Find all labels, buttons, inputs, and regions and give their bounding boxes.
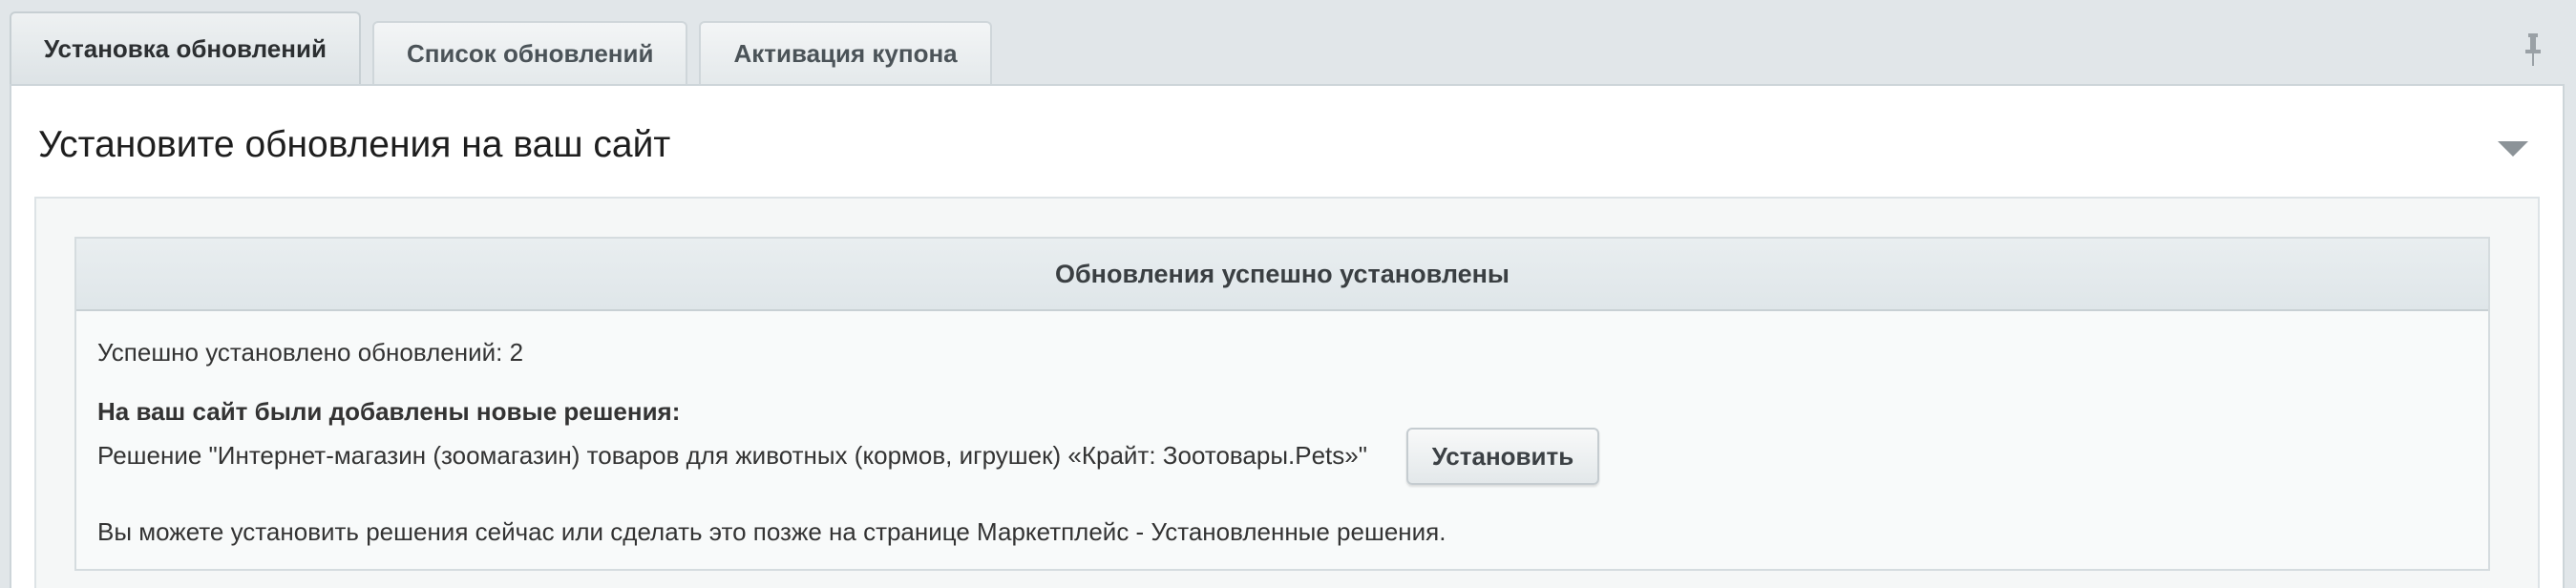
tab-update-list[interactable]: Список обновлений bbox=[371, 21, 688, 84]
tab-coupon-activation[interactable]: Активация купона bbox=[699, 21, 992, 84]
result-header: Обновления успешно установлены bbox=[76, 239, 2488, 311]
pin-icon[interactable] bbox=[2523, 32, 2544, 67]
page-title: Установите обновления на ваш сайт bbox=[38, 124, 671, 165]
result-box: Обновления успешно установлены Успешно у… bbox=[74, 237, 2490, 571]
update-page: Установка обновлений Список обновлений А… bbox=[0, 0, 2576, 588]
new-solutions-heading: На ваш сайт были добавлены новые решения… bbox=[97, 397, 681, 426]
install-button[interactable]: Установить bbox=[1406, 428, 1599, 485]
tab-install-updates[interactable]: Установка обновлений bbox=[10, 11, 361, 84]
chevron-down-icon[interactable] bbox=[2498, 141, 2528, 157]
installed-count-text: Успешно установлено обновлений: 2 bbox=[97, 338, 524, 367]
content-area: Обновления успешно установлены Успешно у… bbox=[34, 197, 2540, 588]
solution-text: Решение "Интернет-магазин (зоомагазин) т… bbox=[97, 441, 1367, 470]
marketplace-note: Вы можете установить решения сейчас или … bbox=[97, 517, 1446, 546]
updates-panel: Установите обновления на ваш сайт Обновл… bbox=[10, 84, 2565, 588]
tab-bar: Установка обновлений Список обновлений А… bbox=[10, 11, 1003, 84]
